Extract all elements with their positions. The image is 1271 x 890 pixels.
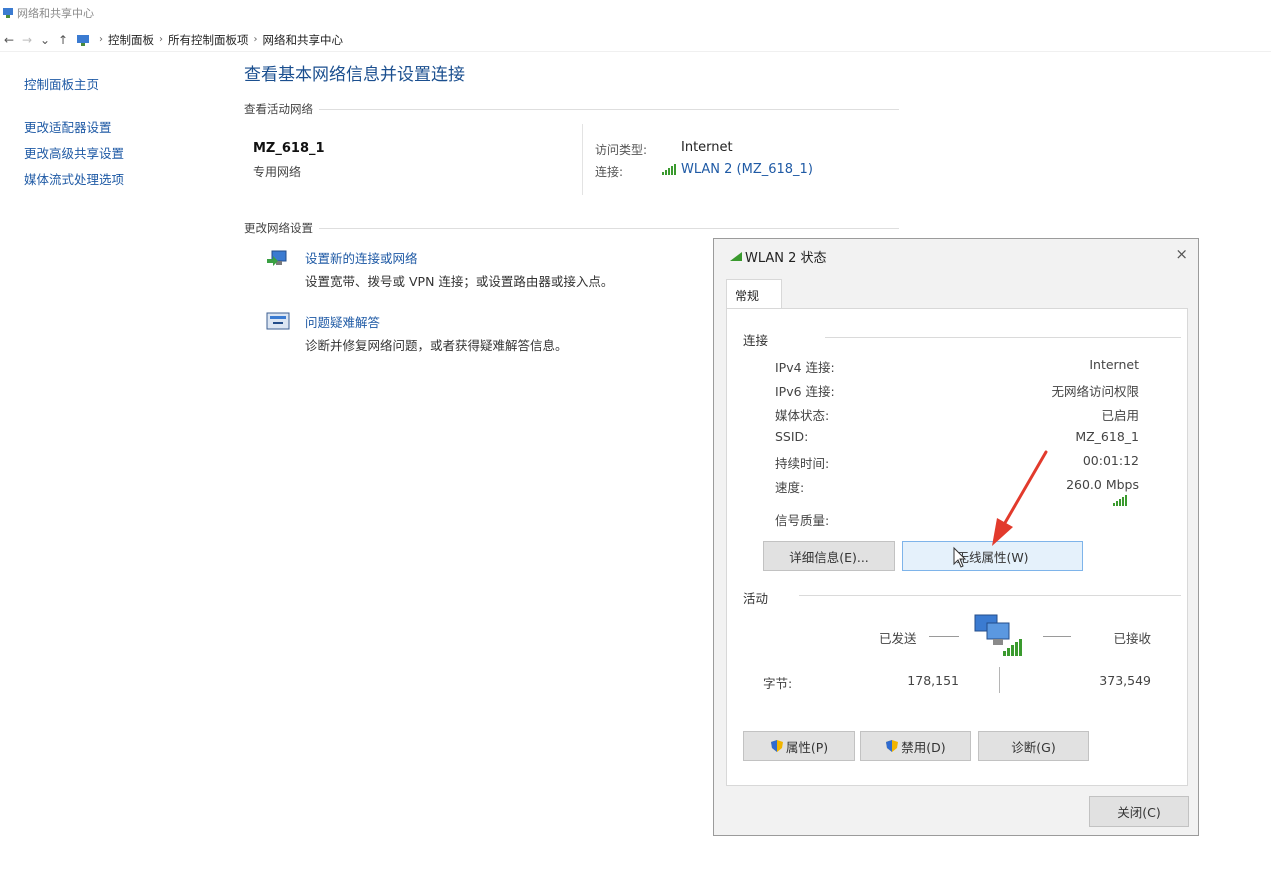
activity-group-label: 活动 (743, 591, 769, 606)
back-button[interactable]: ← (0, 33, 18, 47)
window-title: 网络和共享中心 (17, 7, 94, 20)
sidebar-item-adapter-settings[interactable]: 更改适配器设置 (24, 117, 124, 136)
general-panel: 连接 IPv4 连接: Internet IPv6 连接: 无网络访问权限 媒体… (726, 308, 1188, 786)
disable-button-label: 禁用(D) (901, 739, 946, 755)
section-divider (244, 109, 899, 110)
received-line (1043, 636, 1071, 637)
close-button[interactable]: 关闭(C) (1089, 796, 1189, 827)
access-type-value: Internet (681, 140, 733, 155)
sidebar-item-sharing-settings[interactable]: 更改高级共享设置 (24, 143, 124, 162)
details-button[interactable]: 详细信息(E)... (763, 541, 895, 571)
dialog-title: WLAN 2 状态 (745, 251, 827, 266)
wifi-signal-icon (730, 252, 742, 261)
ipv4-label: IPv4 连接: (775, 360, 835, 375)
page-title: 查看基本网络信息并设置连接 (244, 65, 465, 85)
wireless-properties-button[interactable]: 无线属性(W) (902, 541, 1083, 571)
bytes-divider (999, 667, 1000, 693)
window-titlebar: 网络和共享中心 (0, 0, 1271, 26)
signal-quality-icon (1113, 495, 1127, 506)
ipv4-value: Internet (1089, 357, 1139, 372)
bytes-received-value: 373,549 (1099, 673, 1151, 688)
ipv6-value: 无网络访问权限 (1051, 384, 1139, 399)
active-networks-heading: 查看活动网络 (244, 101, 319, 117)
diagnose-button[interactable]: 诊断(G) (978, 731, 1089, 761)
connection-label: 连接: (595, 165, 624, 179)
sent-line (929, 636, 959, 637)
breadcrumb-network-center[interactable]: 网络和共享中心 (263, 32, 344, 48)
bytes-sent-value: 178,151 (907, 673, 959, 688)
group-divider (799, 595, 1181, 596)
connection-link[interactable]: WLAN 2 (MZ_618_1) (661, 162, 813, 177)
connection-group-label: 连接 (743, 333, 769, 348)
received-label: 已接收 (1113, 631, 1151, 646)
sidebar: 控制面板主页 更改适配器设置 更改高级共享设置 媒体流式处理选项 (24, 74, 124, 195)
dialog-titlebar: WLAN 2 状态 (730, 247, 827, 266)
shield-icon (770, 740, 783, 752)
wifi-signal-icon (662, 164, 676, 175)
change-settings-heading: 更改网络设置 (244, 220, 319, 236)
access-type-label: 访问类型: (595, 143, 648, 157)
network-name: MZ_618_1 (253, 141, 325, 156)
disable-button[interactable]: 禁用(D) (860, 731, 971, 761)
media-state-label: 媒体状态: (775, 408, 830, 423)
properties-button[interactable]: 属性(P) (743, 731, 855, 761)
forward-button[interactable]: → (18, 33, 36, 47)
chevron-right-icon: › (253, 34, 258, 45)
group-divider (825, 337, 1181, 338)
ssid-value: MZ_618_1 (1075, 429, 1139, 444)
duration-label: 持续时间: (775, 456, 830, 471)
speed-label: 速度: (775, 480, 805, 495)
network-divider (582, 124, 583, 195)
connection-link-text[interactable]: WLAN 2 (MZ_618_1) (681, 162, 813, 177)
setup-connection-desc: 设置宽带、拨号或 VPN 连接；或设置路由器或接入点。 (305, 274, 614, 289)
troubleshoot-link[interactable]: 问题疑难解答 (305, 312, 380, 331)
ssid-label: SSID: (775, 429, 809, 444)
address-bar: ← → ⌄ ↑ › 控制面板 › 所有控制面板项 › 网络和共享中心 (0, 28, 1271, 52)
section-divider (244, 228, 899, 229)
duration-value: 00:01:12 (1082, 453, 1139, 468)
chevron-right-icon: › (99, 34, 103, 45)
bytes-label: 字节: (763, 676, 793, 691)
properties-button-label: 属性(P) (785, 739, 829, 755)
sidebar-item-media-streaming[interactable]: 媒体流式处理选项 (24, 169, 124, 188)
activity-network-icon (974, 614, 1022, 656)
up-button[interactable]: ↑ (54, 33, 72, 47)
sent-label: 已发送 (879, 631, 917, 646)
network-type[interactable]: 专用网络 (253, 163, 301, 180)
troubleshoot-icon (266, 312, 290, 330)
shield-icon (886, 740, 899, 752)
wlan-status-dialog: WLAN 2 状态 × 常规 连接 IPv4 连接: Internet IPv6… (713, 238, 1199, 836)
breadcrumb: › 控制面板 › 所有控制面板项 › 网络和共享中心 (76, 32, 343, 48)
media-state-value: 已启用 (1101, 408, 1139, 423)
signal-quality-label: 信号质量: (775, 513, 830, 528)
sidebar-home-link[interactable]: 控制面板主页 (24, 74, 124, 93)
recent-locations-button[interactable]: ⌄ (36, 33, 54, 47)
speed-value: 260.0 Mbps (1066, 477, 1139, 492)
setup-connection-link[interactable]: 设置新的连接或网络 (305, 248, 418, 267)
breadcrumb-all-items[interactable]: 所有控制面板项 (168, 32, 249, 48)
new-connection-icon (267, 250, 287, 266)
troubleshoot-desc: 诊断并修复网络问题，或者获得疑难解答信息。 (305, 338, 568, 353)
dialog-close-icon[interactable]: × (1175, 245, 1188, 263)
breadcrumb-control-panel[interactable]: 控制面板 (108, 32, 154, 48)
network-center-icon (3, 8, 13, 18)
chevron-right-icon: › (159, 34, 163, 45)
ipv6-label: IPv6 连接: (775, 384, 835, 399)
tab-general[interactable]: 常规 (726, 279, 782, 309)
control-panel-icon (77, 34, 89, 46)
